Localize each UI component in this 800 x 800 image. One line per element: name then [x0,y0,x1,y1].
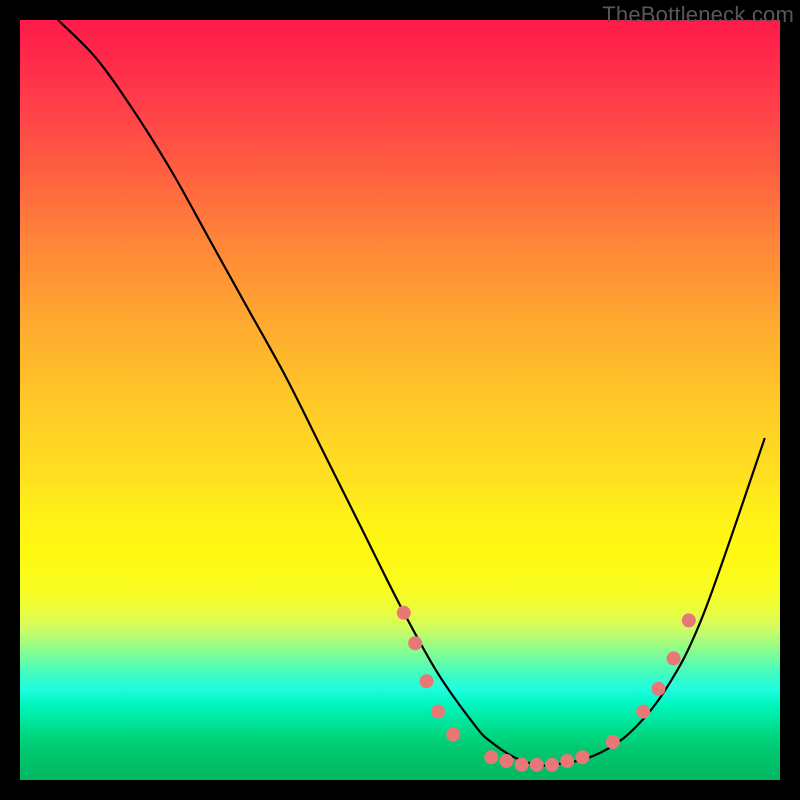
data-marker [682,613,696,627]
data-marker [397,606,411,620]
data-marker [408,636,422,650]
chart-svg [20,20,780,780]
data-marker [667,651,681,665]
bottleneck-curve [58,20,765,766]
data-marker [636,705,650,719]
data-marker [484,750,498,764]
chart-container: TheBottleneck.com [0,0,800,800]
data-marker [575,750,589,764]
data-marker [515,758,529,772]
markers-group [397,606,696,772]
data-marker [606,735,620,749]
data-marker [499,754,513,768]
data-marker [446,727,460,741]
data-marker [560,754,574,768]
watermark-text: TheBottleneck.com [602,2,794,28]
curve-group [58,20,765,766]
data-marker [530,758,544,772]
data-marker [431,705,445,719]
data-marker [651,682,665,696]
data-marker [420,674,434,688]
data-marker [545,758,559,772]
